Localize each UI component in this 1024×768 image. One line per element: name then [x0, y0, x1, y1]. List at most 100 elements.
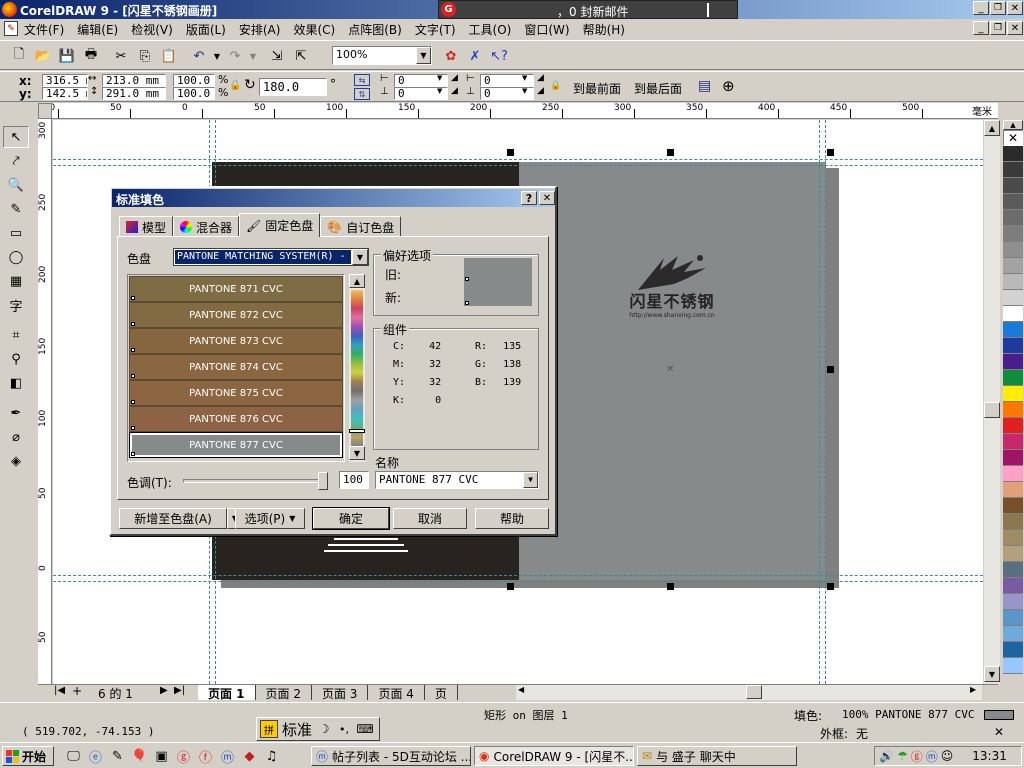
palette-color-swatch[interactable]: [1003, 626, 1023, 642]
ie-icon[interactable]: ⓔ: [86, 747, 105, 766]
palette-color-swatch[interactable]: [1003, 370, 1023, 386]
wrap-text-icon[interactable]: ▤: [698, 78, 711, 94]
palette-color-swatch[interactable]: [1003, 338, 1023, 354]
palette-color-swatch[interactable]: [1003, 162, 1023, 178]
nudge-spinner-3[interactable]: ▼: [522, 74, 527, 82]
palette-color-swatch[interactable]: [1003, 226, 1023, 242]
palette-color-swatch[interactable]: [1003, 434, 1023, 450]
horizontal-scrollbar[interactable]: ◀ ▶: [516, 685, 982, 700]
corel-script-icon[interactable]: ✗: [464, 45, 486, 67]
palette-color-swatch[interactable]: [1003, 178, 1023, 194]
eyedropper-tool-icon[interactable]: ✒: [3, 402, 29, 424]
palette-color-swatch[interactable]: [1003, 306, 1023, 322]
app-title-bar[interactable]: CorelDRAW 9 - [闪星不锈钢画册] G ，0 封新邮件 _ ❐ ✕: [0, 0, 1024, 19]
palette-color-swatch[interactable]: [1003, 530, 1023, 546]
y-position-field[interactable]: 142.5 mm: [42, 87, 88, 100]
menu-item-4[interactable]: 安排(A): [239, 21, 281, 38]
palette-color-swatch[interactable]: [1003, 322, 1023, 338]
ime-logo-icon[interactable]: 拼: [260, 720, 278, 738]
name-select[interactable]: PANTONE 877 CVC ▼: [375, 471, 539, 489]
menu-item-2[interactable]: 检视(V): [131, 21, 173, 38]
palette-color-swatch[interactable]: [1003, 562, 1023, 578]
palette-select-dropdown-icon[interactable]: ▼: [352, 249, 368, 265]
ime-mode[interactable]: 标准: [282, 719, 312, 740]
palette-color-swatch[interactable]: [1003, 194, 1023, 210]
task-button-2[interactable]: ✉ 与 盛子 聊天中: [637, 746, 797, 766]
fill-tool-icon[interactable]: ◈: [3, 450, 29, 472]
swatch-scrollbar[interactable]: ▲ ▼: [349, 274, 365, 462]
menu-item-3[interactable]: 版面(L): [186, 21, 226, 38]
mail-notifier[interactable]: G ，0 封新邮件: [438, 0, 738, 19]
page-tab-0[interactable]: 页面 1: [198, 685, 256, 701]
ime-bar[interactable]: 拼 标准 ☽ •, ⌨: [256, 717, 380, 741]
cancel-button[interactable]: 取消: [393, 508, 467, 529]
x-position-field[interactable]: 316.5 mm: [42, 74, 88, 87]
minimize-button[interactable]: _: [973, 1, 989, 15]
rectangle-tool-icon[interactable]: ▭: [3, 222, 29, 244]
palette-color-swatch[interactable]: [1003, 290, 1023, 306]
save-icon[interactable]: 💾: [56, 45, 78, 67]
whats-this-icon[interactable]: ↖?: [488, 45, 510, 67]
paste-icon[interactable]: 📋: [158, 45, 180, 67]
palette-color-swatch[interactable]: [1003, 242, 1023, 258]
selection-handle[interactable]: [827, 366, 834, 373]
page-tab-4[interactable]: 页: [425, 685, 458, 701]
palette-color-swatch[interactable]: [1003, 466, 1023, 482]
undo-icon[interactable]: ↶: [188, 45, 210, 67]
ime-punct-icon[interactable]: •,: [336, 723, 352, 736]
swatch-item[interactable]: PANTONE 875 CVC: [129, 380, 343, 406]
swatch-scroll-up-icon[interactable]: ▲: [349, 274, 365, 288]
tint-field[interactable]: 100: [339, 471, 369, 489]
to-front-button[interactable]: 到最前面: [573, 80, 621, 97]
interactive-tool-icon[interactable]: ⌗: [3, 324, 29, 346]
nudge-spinner-2[interactable]: ▼: [437, 87, 442, 95]
gray-panel[interactable]: 闪星不锈钢 http://www.shanxing.com.cn ✕: [519, 162, 826, 580]
freehand-tool-icon[interactable]: ✎: [3, 198, 29, 220]
nudge-spinner-1[interactable]: ▼: [437, 74, 442, 82]
page-tab-1[interactable]: 页面 2: [256, 685, 312, 701]
redo-dropdown-icon[interactable]: ▼: [248, 45, 258, 67]
corel-apps-icon[interactable]: ✿: [440, 45, 462, 67]
vertical-scroll-thumb[interactable]: [984, 402, 1000, 418]
next-page-icon[interactable]: ▶: [160, 685, 168, 696]
selection-handle[interactable]: [827, 583, 834, 590]
tab-model[interactable]: 模型: [119, 216, 174, 237]
no-outline-icon[interactable]: ✕: [984, 725, 1014, 739]
blend-tool-icon[interactable]: ⚲: [3, 348, 29, 370]
palette-color-swatch[interactable]: [1003, 402, 1023, 418]
guide-line[interactable]: [53, 165, 983, 166]
doc-close-button[interactable]: ✕: [1007, 21, 1023, 35]
tray-qq-icon[interactable]: ⓖ: [911, 748, 923, 765]
messenger-icon[interactable]: ⓜ: [218, 747, 237, 766]
dialog-help-button[interactable]: ?: [521, 191, 537, 205]
document-icon[interactable]: ✎: [4, 21, 18, 36]
page-tab-3[interactable]: 页面 4: [368, 685, 425, 701]
mirror-horizontal-icon[interactable]: ⇆: [354, 74, 370, 86]
text-tool-icon[interactable]: 字: [3, 294, 29, 316]
palette-color-swatch[interactable]: [1003, 642, 1023, 658]
swatch-item[interactable]: PANTONE 871 CVC: [129, 276, 343, 302]
palette-color-swatch[interactable]: [1003, 258, 1023, 274]
tint-slider-track[interactable]: [183, 472, 328, 490]
tray-umbrella-icon[interactable]: ☂: [897, 749, 908, 763]
tray-chat-icon[interactable]: ☺: [941, 749, 954, 763]
selection-handle[interactable]: [667, 583, 674, 590]
close-button[interactable]: ✕: [1007, 1, 1023, 15]
palette-color-swatch[interactable]: [1003, 354, 1023, 370]
print-icon[interactable]: 🖶: [80, 45, 102, 67]
cut-icon[interactable]: ✂: [110, 45, 132, 67]
add-to-palette-button[interactable]: 新增至色盘(A): [119, 508, 227, 529]
balloon-icon[interactable]: 🎈: [130, 747, 149, 766]
scroll-up-icon[interactable]: ▲: [984, 120, 1000, 136]
fill-swatch[interactable]: [984, 710, 1014, 720]
menu-item-1[interactable]: 编辑(E): [77, 21, 118, 38]
page-tab-2[interactable]: 页面 3: [312, 685, 369, 701]
doc-restore-button[interactable]: ❐: [990, 21, 1006, 35]
ime-keyboard-icon[interactable]: ⌨: [356, 722, 374, 736]
guide-line[interactable]: [825, 120, 826, 684]
dialog-close-button[interactable]: ✕: [539, 191, 555, 205]
palette-color-swatch[interactable]: [1003, 610, 1023, 626]
to-back-button[interactable]: 到最后面: [634, 80, 682, 97]
swatch-item[interactable]: PANTONE 873 CVC: [129, 328, 343, 354]
selection-handle[interactable]: [827, 149, 834, 156]
